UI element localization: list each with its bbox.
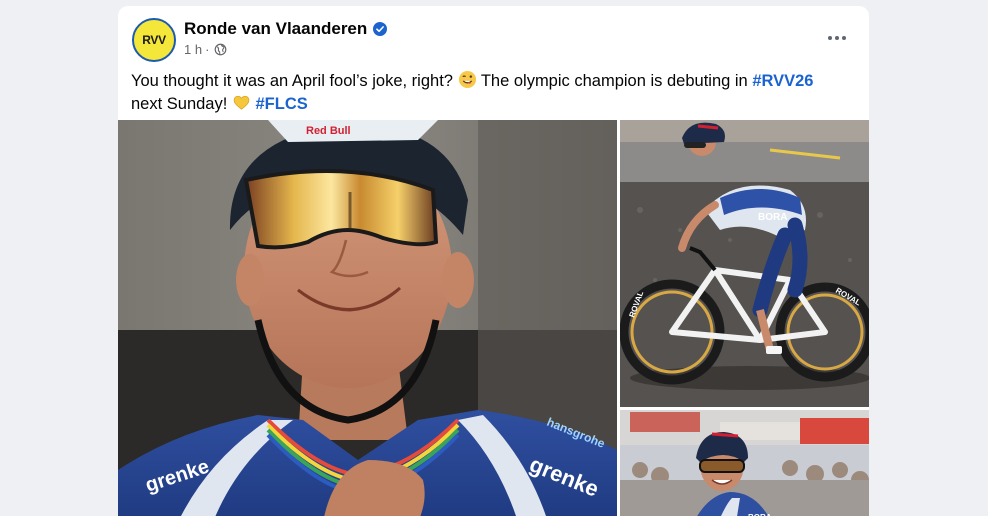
hashtag-flcs-link[interactable]: #FLCS	[256, 95, 308, 113]
page-name[interactable]: Ronde van Vlaanderen	[184, 19, 388, 39]
yellow-heart-emoji-icon	[233, 95, 250, 110]
post-card: RVV Ronde van Vlaanderen 1 h · You thoug…	[118, 6, 869, 516]
cyclist-riding-image: ROVAL ROVAL BORA	[620, 120, 869, 407]
post-text-part2: The olympic champion is debuting in	[476, 72, 753, 90]
cyclist-portrait-image: grenke grenke hansgrohe Red Bull	[118, 120, 617, 516]
post-time[interactable]: 1 h	[184, 42, 202, 57]
post-text: You thought it was an April fool’s joke,…	[131, 70, 856, 116]
post-meta: 1 h ·	[184, 42, 227, 57]
page-avatar[interactable]: RVV	[132, 18, 176, 62]
photo-grid: grenke grenke hansgrohe Red Bull ROVAL R…	[118, 120, 869, 516]
meta-separator: ·	[205, 42, 210, 57]
photo-right-top[interactable]: ROVAL ROVAL BORA	[620, 120, 869, 407]
avatar-text: RVV	[142, 33, 166, 47]
photo-main[interactable]: grenke grenke hansgrohe Red Bull	[118, 120, 617, 516]
rider-sponsor: BORA	[758, 212, 787, 223]
helmet-sponsor: Red Bull	[306, 125, 351, 137]
post-text-part1: You thought it was an April fool’s joke,…	[131, 72, 458, 90]
cyclist-crowd-image: BORA	[620, 410, 869, 516]
hashtag-rvv26-link[interactable]: #RVV26	[752, 72, 813, 90]
verified-badge-icon	[373, 22, 388, 36]
post-text-part3: next Sunday!	[131, 95, 232, 113]
winking-tongue-emoji-icon	[458, 70, 476, 89]
more-options-icon[interactable]	[823, 28, 851, 48]
page-name-label[interactable]: Ronde van Vlaanderen	[184, 19, 367, 39]
post-header: RVV Ronde van Vlaanderen 1 h ·	[118, 6, 869, 70]
globe-icon[interactable]	[214, 43, 227, 56]
photo-right-bottom[interactable]: BORA	[620, 410, 869, 516]
